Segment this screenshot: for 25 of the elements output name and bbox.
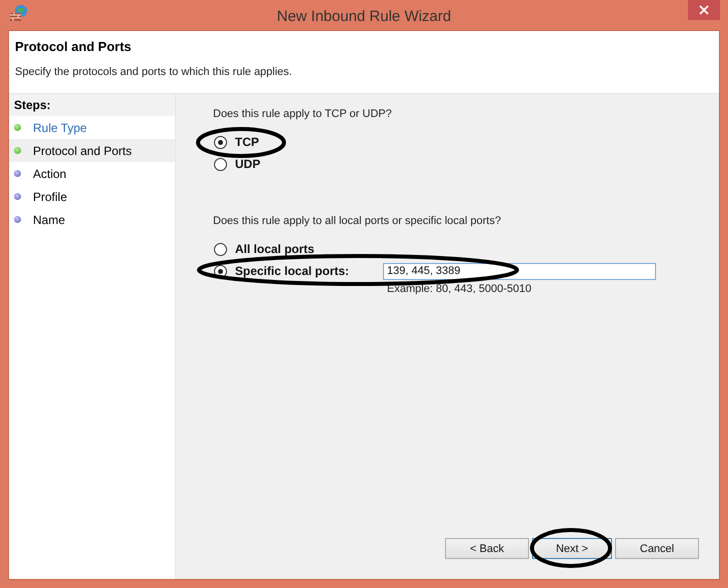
- radio-button[interactable]: [214, 242, 227, 256]
- option-label[interactable]: All local ports: [235, 242, 314, 256]
- steps-header: Steps:: [9, 94, 175, 116]
- radio-button[interactable]: [214, 158, 227, 170]
- option-label[interactable]: TCP: [235, 135, 259, 149]
- step-label[interactable]: Rule Type: [33, 120, 87, 134]
- step-label[interactable]: Profile: [33, 190, 68, 204]
- page-heading: Protocol and Ports: [15, 39, 132, 54]
- page-description: Specify the protocols and ports to which this rule applies.: [15, 66, 292, 78]
- radio-button[interactable]: [214, 136, 227, 148]
- question-text: Does this rule apply to all local ports or specific local ports?: [213, 215, 501, 227]
- wizard-button[interactable]: Cancel: [615, 538, 699, 559]
- close-icon: [699, 5, 709, 15]
- wizard-button[interactable]: < Back: [445, 538, 529, 559]
- step-label[interactable]: Name: [33, 212, 66, 226]
- firewall-globe-icon: [9, 4, 29, 22]
- example-hint: Example: 80, 443, 5000-5010: [387, 283, 532, 295]
- question-text: Does this rule apply to TCP or UDP?: [213, 108, 392, 120]
- option-label[interactable]: UDP: [235, 157, 260, 171]
- close-button[interactable]: [688, 0, 720, 20]
- step-label[interactable]: Action: [33, 166, 66, 180]
- window-title: New Inbound Rule Wizard: [276, 6, 452, 24]
- ports-input-field[interactable]: 139, 445, 3389: [383, 262, 656, 280]
- option-label[interactable]: Specific local ports:: [235, 264, 383, 278]
- step-label[interactable]: Protocol and Ports: [33, 144, 132, 158]
